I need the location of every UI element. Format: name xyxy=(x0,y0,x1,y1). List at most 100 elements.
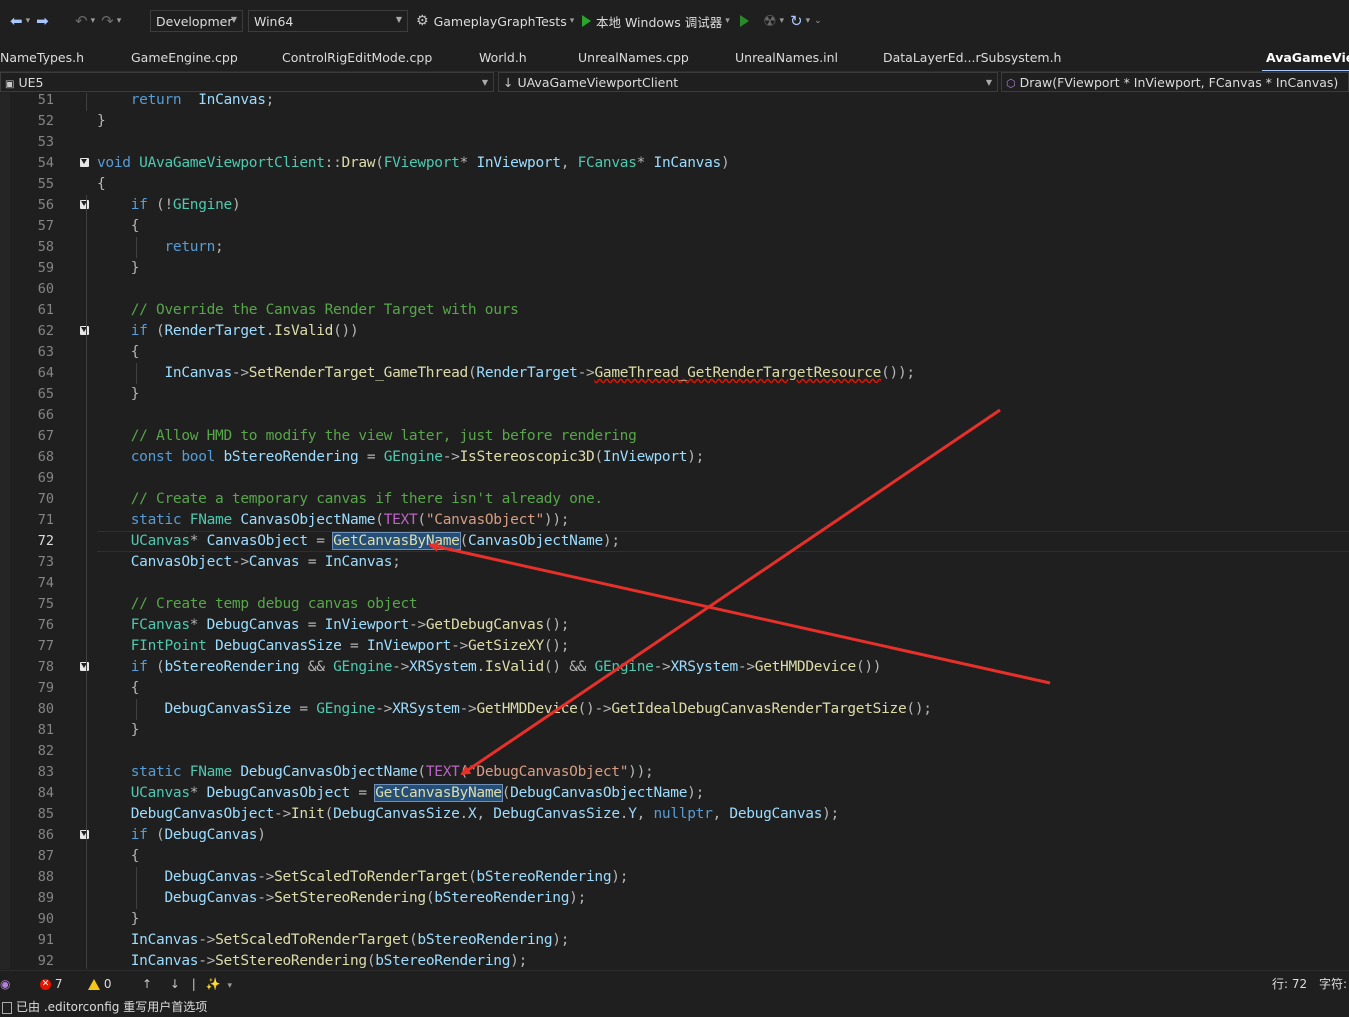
copilot-icon[interactable]: ◉ xyxy=(0,977,10,991)
code-line[interactable]: 79 { xyxy=(0,678,1349,699)
tab-gameengine-cpp[interactable]: GameEngine.cpp xyxy=(131,46,238,70)
undo-dropdown-icon[interactable]: ▾ xyxy=(91,16,96,26)
redo-dropdown-icon[interactable]: ▾ xyxy=(117,16,122,26)
code-line[interactable]: 68 const bool bStereoRendering = GEngine… xyxy=(0,447,1349,468)
code-line[interactable]: 65 } xyxy=(0,384,1349,405)
code-line[interactable]: 53 xyxy=(0,132,1349,153)
redo-icon[interactable]: ↷ xyxy=(101,12,114,30)
chevron-down-icon[interactable]: ▾ xyxy=(227,981,232,991)
tab-nametypes-h[interactable]: NameTypes.h xyxy=(0,46,84,70)
code-line[interactable]: 83 static FName DebugCanvasObjectName(TE… xyxy=(0,762,1349,783)
class-scope-value: UAvaGameViewportClient xyxy=(517,75,679,90)
collapse-region-icon[interactable] xyxy=(80,662,89,671)
code-text: if (bStereoRendering && GEngine->XRSyste… xyxy=(130,659,882,675)
code-line[interactable]: 73 CanvasObject->Canvas = InCanvas; xyxy=(0,552,1349,573)
code-line[interactable]: 86 if (DebugCanvas) xyxy=(0,825,1349,846)
code-text: static FName CanvasObjectName(TEXT("Canv… xyxy=(130,512,570,528)
code-line[interactable]: 61 // Override the Canvas Render Target … xyxy=(0,300,1349,321)
configuration-select[interactable]: Developmer ▼ xyxy=(150,10,243,32)
code-line[interactable]: 84 UCanvas* DebugCanvasObject = GetCanva… xyxy=(0,783,1349,804)
code-line[interactable]: 75 // Create temp debug canvas object xyxy=(0,594,1349,615)
code-line[interactable]: 57 { xyxy=(0,216,1349,237)
code-editor[interactable]: 51 return InCanvas; 52} 53 54 void UAvaGameV… xyxy=(0,93,1349,969)
code-line[interactable]: 60 xyxy=(0,279,1349,300)
cursor-char[interactable]: 字符: xyxy=(1319,971,1347,998)
line-number: 86 xyxy=(37,827,54,843)
hot-reload-icon[interactable]: ☢ xyxy=(763,12,776,30)
chevron-down-icon: ▼ xyxy=(481,78,488,87)
tab-controlrigeditmode-cpp[interactable]: ControlRigEditMode.cpp xyxy=(282,46,432,70)
warning-count[interactable]: 0 xyxy=(88,971,111,998)
code-line[interactable]: 92 InCanvas->SetStereoRendering(bStereoR… xyxy=(0,951,1349,969)
code-line[interactable]: 54 void UAvaGameViewportClient::Draw(FVie… xyxy=(0,153,1349,174)
code-line[interactable]: 88 DebugCanvas->SetScaledToRenderTarget(… xyxy=(0,867,1349,888)
collapse-region-icon[interactable] xyxy=(80,830,89,839)
member-select[interactable]: ⬡ Draw(FViewport * InViewport, FCanvas *… xyxy=(1001,72,1349,92)
line-number: 72 xyxy=(37,533,54,549)
navigate-forward-icon[interactable]: ➡ xyxy=(36,12,49,30)
code-line[interactable]: 66 xyxy=(0,405,1349,426)
toolbar-overflow-icon[interactable]: ⌄ xyxy=(814,16,822,26)
status-bar: ◉ ✕ 7 0 ↑ ↓ | ✨ ▾ 行: 72 字符: xyxy=(0,970,1349,998)
next-issue-icon[interactable]: ↓ xyxy=(170,977,180,991)
error-count[interactable]: ✕ 7 xyxy=(40,971,62,998)
collapse-region-icon[interactable] xyxy=(80,326,89,335)
code-line[interactable]: 78 if (bStereoRendering && GEngine->XRSy… xyxy=(0,657,1349,678)
code-line[interactable]: 87 { xyxy=(0,846,1349,867)
code-line[interactable]: 74 xyxy=(0,573,1349,594)
cursor-line[interactable]: 行: 72 xyxy=(1272,971,1307,998)
code-line[interactable]: 71 static FName CanvasObjectName(TEXT("C… xyxy=(0,510,1349,531)
class-scope-select[interactable]: ↓ UAvaGameViewportClient ▼ xyxy=(498,72,998,92)
collapse-region-icon[interactable] xyxy=(80,158,89,167)
code-line[interactable]: 63 { xyxy=(0,342,1349,363)
tab-unrealnames-inl[interactable]: UnrealNames.inl xyxy=(735,46,838,70)
startup-project-select[interactable]: ⚙ GameplayGraphTests ▾ xyxy=(416,0,574,42)
code-line[interactable]: 67 // Allow HMD to modify the view later… xyxy=(0,426,1349,447)
code-line[interactable]: 64 InCanvas->SetRenderTarget_GameThread(… xyxy=(0,363,1349,384)
indent-guide xyxy=(136,867,137,909)
code-line[interactable]: 72 UCanvas* CanvasObject = GetCanvasByNa… xyxy=(0,531,1349,552)
code-line[interactable]: 70 // Create a temporary canvas if there… xyxy=(0,489,1349,510)
start-debugging-button[interactable]: 本地 Windows 调试器 ▾ xyxy=(582,0,730,42)
platform-select[interactable]: Win64 ▼ xyxy=(248,10,408,32)
code-line[interactable]: 55 { xyxy=(0,174,1349,195)
undo-icon[interactable]: ↶ xyxy=(75,12,88,30)
code-line[interactable]: 82 xyxy=(0,741,1349,762)
code-line[interactable]: 77 FIntPoint DebugCanvasSize = InViewpor… xyxy=(0,636,1349,657)
code-text: // Override the Canvas Render Target wit… xyxy=(130,302,519,318)
refresh-icon[interactable]: ↻ xyxy=(790,12,803,30)
code-line[interactable]: 80 DebugCanvasSize = GEngine->XRSystem->… xyxy=(0,699,1349,720)
tab-world-h[interactable]: World.h xyxy=(479,46,527,70)
line-number: 83 xyxy=(37,764,54,780)
code-text: { xyxy=(130,344,140,360)
code-text: { xyxy=(130,680,140,696)
tab-avagameviewportclient-cpp[interactable]: AvaGameVie. xyxy=(1262,46,1349,72)
start-without-debugging-icon[interactable] xyxy=(740,15,749,27)
code-line[interactable]: 52} xyxy=(0,111,1349,132)
project-icon: ▣ xyxy=(5,79,15,90)
previous-issue-icon[interactable]: ↑ xyxy=(142,977,152,991)
chevron-down-icon[interactable]: ▾ xyxy=(779,16,784,26)
code-line[interactable]: 89 DebugCanvas->SetStereoRendering(bSter… xyxy=(0,888,1349,909)
chevron-down-icon[interactable]: ▾ xyxy=(806,16,811,26)
code-line[interactable]: 90 } xyxy=(0,909,1349,930)
tab-datalayer-subsystem-h[interactable]: DataLayerEd...rSubsystem.h xyxy=(883,46,1061,70)
code-line[interactable]: 69 xyxy=(0,468,1349,489)
indent-guide xyxy=(86,93,87,111)
code-line[interactable]: 91 InCanvas->SetScaledToRenderTarget(bSt… xyxy=(0,930,1349,951)
code-line[interactable]: 76 FCanvas* DebugCanvas = InViewport->Ge… xyxy=(0,615,1349,636)
code-line[interactable]: 56 if (!GEngine) xyxy=(0,195,1349,216)
code-line[interactable]: 59 } xyxy=(0,258,1349,279)
tab-unrealnames-cpp[interactable]: UnrealNames.cpp xyxy=(578,46,689,70)
navigate-back-icon[interactable]: ⬅ xyxy=(10,12,23,30)
code-line[interactable]: 51 return InCanvas; xyxy=(0,93,1349,111)
code-line[interactable]: 85 DebugCanvasObject->Init(DebugCanvasSi… xyxy=(0,804,1349,825)
code-cleanup-icon[interactable]: ✨ xyxy=(206,977,221,991)
back-dropdown-icon[interactable]: ▾ xyxy=(26,16,31,26)
code-line[interactable]: 58 return; xyxy=(0,237,1349,258)
collapse-region-icon[interactable] xyxy=(80,200,89,209)
project-scope-select[interactable]: ▣ UE5 ▼ xyxy=(0,72,494,92)
code-line[interactable]: 62 if (RenderTarget.IsValid()) xyxy=(0,321,1349,342)
code-text: InCanvas->SetRenderTarget_GameThread(Ren… xyxy=(164,365,915,381)
code-line[interactable]: 81 } xyxy=(0,720,1349,741)
